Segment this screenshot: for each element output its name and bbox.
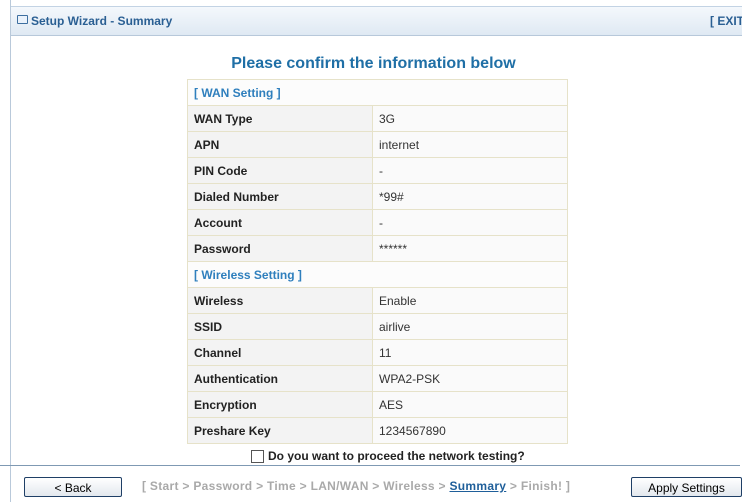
- section-row-wan: [ WAN Setting ]: [187, 79, 568, 106]
- row-label: Dialed Number: [187, 183, 373, 210]
- table-row: SSID airlive: [187, 313, 568, 340]
- footer-divider: [0, 465, 740, 466]
- row-value: 1234567890: [372, 417, 568, 444]
- row-value: WPA2-PSK: [372, 365, 568, 392]
- row-label: Account: [187, 209, 373, 236]
- apply-settings-button[interactable]: Apply Settings: [631, 477, 742, 497]
- table-row: PIN Code -: [187, 157, 568, 184]
- row-label: Preshare Key: [187, 417, 373, 444]
- row-label: APN: [187, 131, 373, 158]
- row-value: ******: [372, 235, 568, 262]
- page-heading: Please confirm the information below: [231, 55, 516, 72]
- steps-current: Summary: [449, 479, 507, 493]
- wan-section-title: [ WAN Setting ]: [187, 79, 568, 106]
- steps-completed: [ Start > Password > Time > LAN/WAN > Wi…: [142, 479, 446, 493]
- table-row: Account -: [187, 209, 568, 236]
- table-row: Authentication WPA2-PSK: [187, 365, 568, 392]
- row-value: airlive: [372, 313, 568, 340]
- row-label: WAN Type: [187, 105, 373, 132]
- wireless-section-title: [ Wireless Setting ]: [187, 261, 568, 288]
- window-title: Setup Wizard - Summary: [31, 14, 173, 28]
- row-value: AES: [372, 391, 568, 418]
- network-test-option[interactable]: Do you want to proceed the network testi…: [251, 448, 525, 464]
- row-label: Authentication: [187, 365, 373, 392]
- row-label: Encryption: [187, 391, 373, 418]
- row-value: *99#: [372, 183, 568, 210]
- steps-remaining: > Finish! ]: [509, 479, 571, 493]
- table-row: WAN Type 3G: [187, 105, 568, 132]
- section-row-wireless: [ Wireless Setting ]: [187, 261, 568, 288]
- network-test-checkbox[interactable]: [251, 449, 264, 463]
- row-value: 11: [372, 339, 568, 366]
- row-value: 3G: [372, 105, 568, 132]
- row-value: -: [372, 157, 568, 184]
- table-row: APN internet: [187, 131, 568, 158]
- row-value: Enable: [372, 287, 568, 314]
- network-test-label: Do you want to proceed the network testi…: [268, 449, 525, 463]
- table-row: Encryption AES: [187, 391, 568, 418]
- row-label: Channel: [187, 339, 373, 366]
- wizard-steps: [ Start > Password > Time > LAN/WAN > Wi…: [142, 479, 570, 493]
- row-label: Wireless: [187, 287, 373, 314]
- table-row: Preshare Key 1234567890: [187, 417, 568, 444]
- title-bar: Setup Wizard - Summary [ EXIT: [11, 6, 742, 36]
- row-value: internet: [372, 131, 568, 158]
- table-row: Dialed Number *99#: [187, 183, 568, 210]
- row-value: -: [372, 209, 568, 236]
- row-label: Password: [187, 235, 373, 262]
- table-row: Wireless Enable: [187, 287, 568, 314]
- row-label: PIN Code: [187, 157, 373, 184]
- table-row: Password ******: [187, 235, 568, 262]
- summary-table: [ WAN Setting ] WAN Type 3G APN internet…: [187, 79, 568, 444]
- table-row: Channel 11: [187, 339, 568, 366]
- row-label: SSID: [187, 313, 373, 340]
- exit-link[interactable]: [ EXIT: [710, 14, 742, 28]
- back-button[interactable]: < Back: [24, 477, 122, 497]
- window-icon: [17, 15, 28, 24]
